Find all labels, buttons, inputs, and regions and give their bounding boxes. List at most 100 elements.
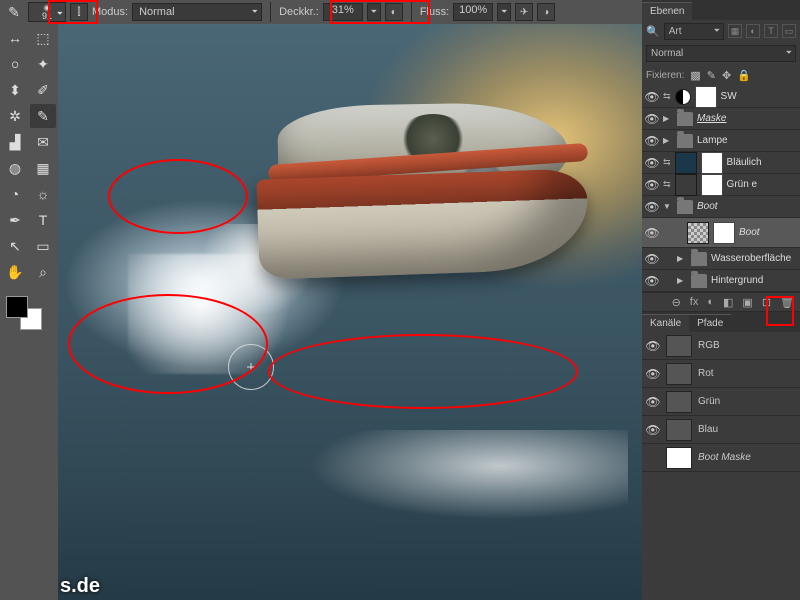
- layer-mask-thumb[interactable]: [701, 174, 723, 196]
- tool-text[interactable]: T: [30, 208, 56, 232]
- visibility-icon[interactable]: 👁: [645, 252, 659, 266]
- layer-footer-btn-4[interactable]: ▣: [742, 296, 752, 309]
- disclosure-icon[interactable]: ▶: [677, 254, 687, 263]
- canvas[interactable]: s.de: [58, 24, 642, 600]
- layer-row[interactable]: 👁⇆SW: [642, 86, 800, 108]
- channel-row[interactable]: 👁RGB: [642, 332, 800, 360]
- flow-input[interactable]: 100%: [453, 3, 493, 21]
- opacity-input[interactable]: 31%: [323, 3, 363, 21]
- layer-footer-btn-6[interactable]: 🗑: [780, 296, 794, 309]
- pressure-opacity-icon[interactable]: ◐: [385, 3, 403, 21]
- layer-row[interactable]: 👁▶Wasseroberfläche: [642, 248, 800, 270]
- tool-history-brush[interactable]: ✉: [30, 130, 56, 154]
- visibility-icon[interactable]: 👁: [646, 367, 660, 381]
- layer-mask-thumb[interactable]: [713, 222, 735, 244]
- layer-row[interactable]: 👁▶Lampe: [642, 130, 800, 152]
- layer-name: Boot: [697, 201, 797, 212]
- layer-footer-btn-0[interactable]: ⊖: [672, 296, 681, 309]
- channel-row[interactable]: 👁Blau: [642, 416, 800, 444]
- layer-footer-btn-5[interactable]: ⊡: [762, 296, 771, 309]
- visibility-icon[interactable]: 👁: [645, 178, 659, 192]
- tab-pfade[interactable]: Pfade: [689, 314, 731, 332]
- link-icon[interactable]: ⇆: [663, 91, 671, 102]
- visibility-icon[interactable]: 👁: [645, 112, 659, 126]
- layer-footer-btn-3[interactable]: ◧: [723, 296, 733, 309]
- visibility-icon[interactable]: 👁: [645, 156, 659, 170]
- channel-row[interactable]: Boot Maske: [642, 444, 800, 472]
- layer-mask-thumb[interactable]: [695, 86, 717, 108]
- layer-filter-select[interactable]: Art: [664, 23, 724, 40]
- visibility-icon[interactable]: 👁: [645, 134, 659, 148]
- visibility-icon[interactable]: [646, 451, 660, 465]
- layer-row[interactable]: 👁▶Maske: [642, 108, 800, 130]
- layer-mask-thumb[interactable]: [701, 152, 723, 174]
- layer-row[interactable]: 👁 ▼ Boot: [642, 196, 800, 218]
- lock-all-icon[interactable]: 🔒: [737, 69, 751, 82]
- tool-magic-wand[interactable]: ✦: [30, 52, 56, 76]
- channel-row[interactable]: 👁Grün: [642, 388, 800, 416]
- visibility-icon[interactable]: 👁: [646, 339, 660, 353]
- tool-eyedropper[interactable]: ✐: [30, 78, 56, 102]
- visibility-icon[interactable]: 👁: [646, 423, 660, 437]
- pressure-size-icon[interactable]: ◑: [537, 3, 555, 21]
- layer-row[interactable]: 👁⇆Bläulich: [642, 152, 800, 174]
- lock-transparency-icon[interactable]: ▩: [690, 69, 700, 82]
- tool-path-select[interactable]: ↖: [2, 234, 28, 258]
- tool-healing[interactable]: ✲: [2, 104, 28, 128]
- layer-row[interactable]: 👁▶Hintergrund: [642, 270, 800, 292]
- filter-shape-icon[interactable]: ▭: [782, 24, 796, 38]
- layer-thumb[interactable]: [675, 174, 697, 196]
- link-icon[interactable]: ⇆: [663, 179, 671, 190]
- tool-hand[interactable]: ✋: [2, 260, 28, 284]
- panels: Ebenen 🔍 Art ▦ ◐ T ▭ Normal Fixieren: ▩ …: [642, 0, 800, 600]
- tab-ebenen[interactable]: Ebenen: [642, 2, 692, 20]
- visibility-icon[interactable]: 👁: [645, 226, 659, 240]
- layer-footer-btn-1[interactable]: fx: [690, 296, 699, 308]
- tool-eraser[interactable]: ◍: [2, 156, 28, 180]
- tool-shape[interactable]: ▭: [30, 234, 56, 258]
- layer-row[interactable]: 👁⇆Grün e: [642, 174, 800, 196]
- tool-pen[interactable]: ✒: [2, 208, 28, 232]
- tool-stamp[interactable]: ▟: [2, 130, 28, 154]
- filter-adj-icon[interactable]: ◐: [746, 24, 760, 38]
- visibility-icon[interactable]: 👁: [645, 90, 659, 104]
- tool-gradient[interactable]: ▦: [30, 156, 56, 180]
- disclosure-icon[interactable]: ▶: [677, 276, 687, 285]
- tool-lasso[interactable]: ဝ: [2, 52, 28, 76]
- channels-list: 👁RGB👁Rot👁Grün👁BlauBoot Maske: [642, 332, 800, 472]
- tool-blur[interactable]: ◔: [2, 182, 28, 206]
- lock-pixels-icon[interactable]: ✎: [707, 69, 716, 82]
- layer-thumb[interactable]: [687, 222, 709, 244]
- visibility-icon[interactable]: 👁: [645, 200, 659, 214]
- visibility-icon[interactable]: 👁: [646, 395, 660, 409]
- foreground-swatch[interactable]: [6, 296, 28, 318]
- lock-position-icon[interactable]: ✥: [722, 69, 731, 82]
- link-icon[interactable]: ⇆: [663, 157, 671, 168]
- flow-dropdown[interactable]: ⏷: [497, 3, 511, 21]
- color-swatch[interactable]: [2, 290, 56, 330]
- tool-zoom[interactable]: ⌕: [30, 260, 56, 284]
- layer-footer-btn-2[interactable]: ◐: [707, 296, 714, 308]
- brush-preset-picker[interactable]: 91 ⏷: [28, 2, 66, 22]
- tool-move[interactable]: ↔: [2, 26, 28, 50]
- tool-crop[interactable]: ⬍: [2, 78, 28, 102]
- disclosure-icon[interactable]: ▼: [663, 202, 673, 211]
- tab-kanaele[interactable]: Kanäle: [642, 314, 689, 332]
- disclosure-icon[interactable]: ▶: [663, 136, 673, 145]
- channel-row[interactable]: 👁 Rot: [642, 360, 800, 388]
- brush-panel-toggle[interactable]: ⫿: [70, 3, 88, 21]
- disclosure-icon[interactable]: ▶: [663, 114, 673, 123]
- airbrush-icon[interactable]: ✈: [515, 3, 533, 21]
- opacity-dropdown[interactable]: ⏷: [367, 3, 381, 21]
- tool-dodge[interactable]: ☼: [30, 182, 56, 206]
- visibility-icon[interactable]: 👁: [645, 274, 659, 288]
- channel-name: Rot: [698, 368, 796, 379]
- layer-thumb[interactable]: [675, 152, 697, 174]
- layer-row[interactable]: 👁Boot: [642, 218, 800, 248]
- tool-brush[interactable]: ✎: [30, 104, 56, 128]
- filter-type-icon[interactable]: T: [764, 24, 778, 38]
- blend-mode-select[interactable]: Normal: [132, 3, 262, 21]
- filter-pixel-icon[interactable]: ▦: [728, 24, 742, 38]
- layer-blend-select[interactable]: Normal: [646, 45, 796, 62]
- tool-marquee[interactable]: ⬚: [30, 26, 56, 50]
